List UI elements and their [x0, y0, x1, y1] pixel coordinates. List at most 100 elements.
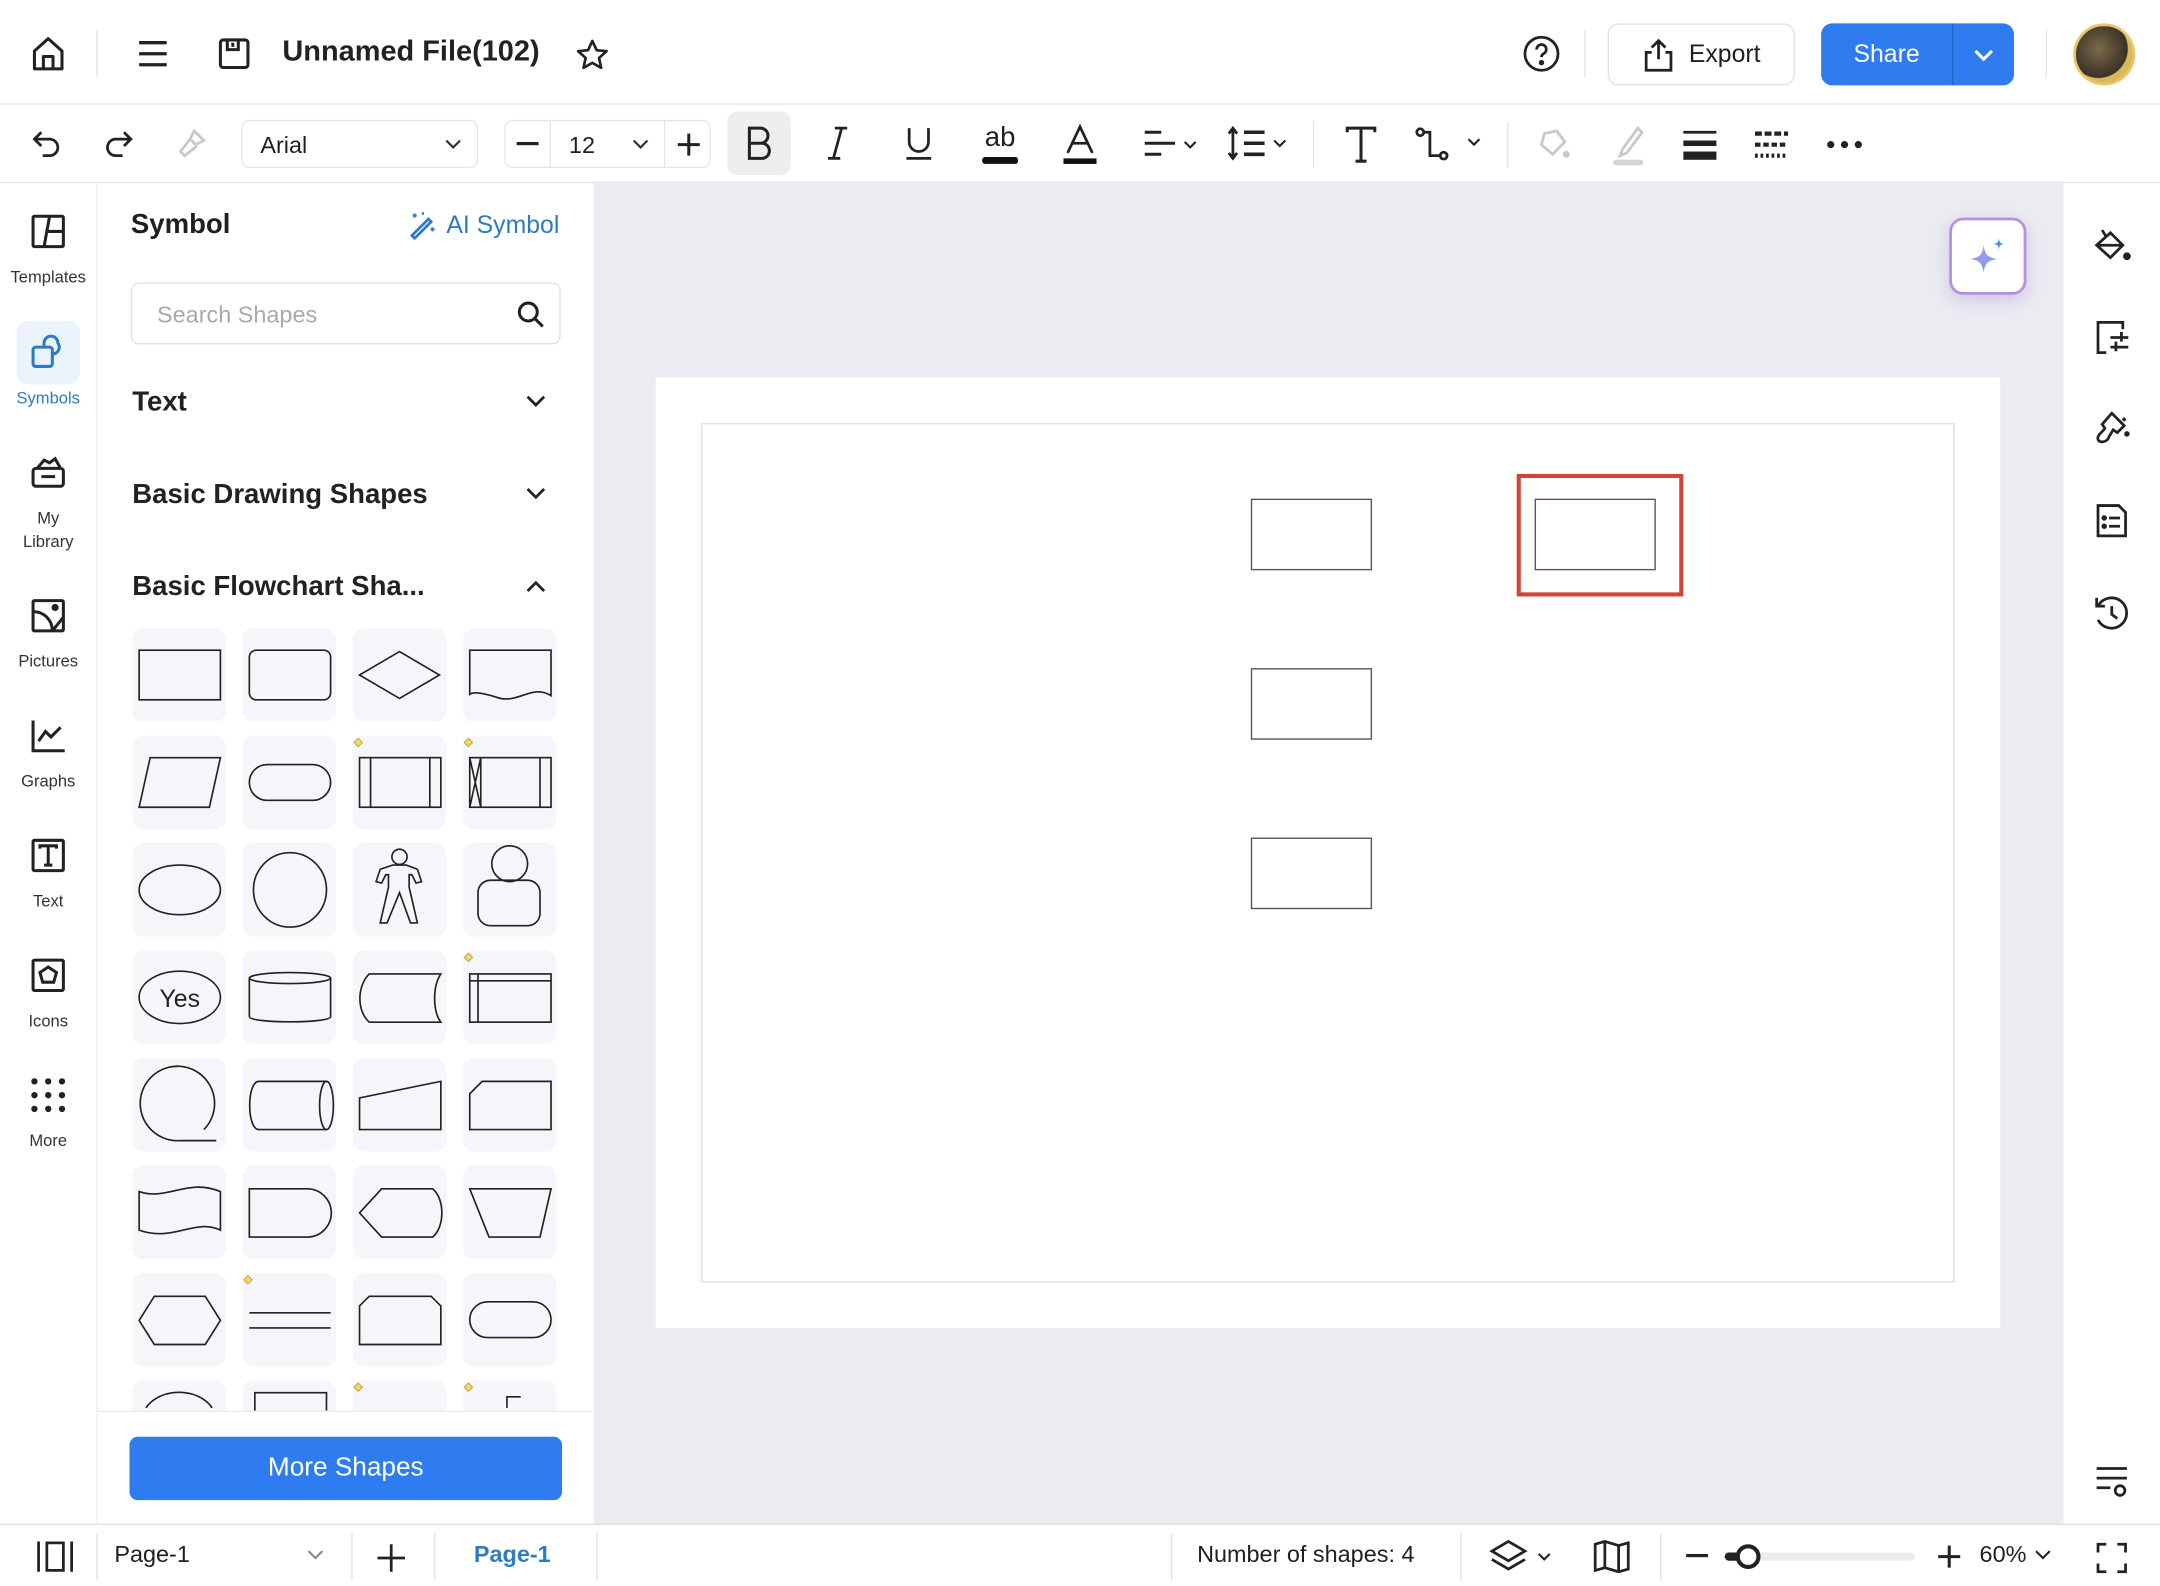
canvas-rectangle-2[interactable] — [1251, 668, 1372, 740]
search-shapes-input[interactable]: Search Shapes — [131, 282, 561, 344]
rail-item-my-library[interactable]: My Library — [0, 441, 96, 554]
shape-process[interactable] — [132, 628, 226, 722]
shape-internal-storage[interactable] — [463, 951, 557, 1045]
ai-assistant-button[interactable] — [1949, 218, 2026, 295]
shape-database[interactable] — [242, 951, 336, 1045]
shape-stored-data[interactable] — [353, 951, 447, 1045]
more-options-icon[interactable] — [1821, 121, 1868, 168]
zoom-out-icon[interactable] — [1681, 1539, 1714, 1575]
font-color-button[interactable] — [1058, 121, 1102, 168]
shape-delay[interactable] — [242, 1165, 336, 1259]
page-select[interactable]: Page-1 — [114, 1541, 328, 1574]
text-tool-icon[interactable] — [1338, 121, 1385, 168]
shape-ellipse[interactable] — [132, 843, 226, 937]
ai-symbol-button[interactable]: AI Symbol — [408, 209, 560, 239]
rail-item-icons[interactable]: Icons — [0, 944, 96, 1034]
shape-off-page[interactable] — [132, 1380, 226, 1410]
shape-manual-input[interactable] — [353, 1058, 447, 1152]
shape-circle[interactable] — [242, 843, 336, 937]
help-icon[interactable] — [1518, 30, 1565, 77]
settings-list-icon[interactable] — [2088, 1457, 2135, 1504]
save-icon[interactable] — [211, 30, 258, 77]
page-panel-toggle-icon[interactable] — [33, 1536, 77, 1577]
shape-predefined-process-x[interactable] — [463, 736, 557, 830]
shape-terminator-2[interactable] — [463, 1273, 557, 1367]
rail-item-symbols[interactable]: Symbols — [0, 321, 96, 411]
user-avatar[interactable] — [2073, 23, 2135, 85]
fill-style-icon[interactable] — [2088, 222, 2135, 269]
chevron-down-icon[interactable] — [632, 139, 649, 150]
rail-item-pictures[interactable]: Pictures — [0, 584, 96, 674]
shape-data[interactable] — [132, 736, 226, 830]
export-button[interactable]: Export — [1608, 23, 1795, 85]
shape-rounded-rectangle[interactable] — [242, 628, 336, 722]
add-page-icon[interactable] — [372, 1539, 411, 1578]
shape-preparation[interactable] — [132, 1273, 226, 1367]
zoom-in-icon[interactable] — [1933, 1539, 1966, 1575]
fill-color-icon[interactable] — [1530, 121, 1577, 168]
font-family-select[interactable]: Arial — [241, 120, 478, 168]
italic-button[interactable] — [816, 121, 860, 165]
search-icon[interactable] — [517, 300, 545, 328]
share-dropdown-chevron-icon[interactable] — [1953, 23, 2014, 85]
shape-terminator[interactable] — [242, 736, 336, 830]
layers-dropdown[interactable] — [1488, 1536, 1557, 1577]
shape-bracket[interactable] — [463, 1380, 557, 1410]
menu-icon[interactable] — [129, 30, 176, 77]
rail-item-text[interactable]: Text — [0, 824, 96, 914]
font-size-value[interactable]: 12 — [569, 132, 595, 160]
canvas-rectangle-1[interactable] — [1251, 499, 1372, 571]
shape-display[interactable] — [353, 1165, 447, 1259]
line-spacing-dropdown[interactable] — [1225, 121, 1291, 165]
shape-user[interactable] — [463, 843, 557, 937]
theme-brush-icon[interactable] — [2088, 405, 2135, 452]
section-text[interactable]: Text — [132, 387, 559, 419]
map-icon[interactable] — [1591, 1536, 1632, 1577]
align-dropdown[interactable] — [1138, 121, 1201, 165]
redo-icon[interactable] — [96, 121, 140, 165]
line-style-icon[interactable] — [1748, 121, 1795, 168]
shape-punched-tape[interactable] — [132, 1165, 226, 1259]
undo-icon[interactable] — [25, 121, 69, 165]
shape-annotation[interactable] — [353, 1380, 447, 1410]
history-icon[interactable] — [2088, 590, 2135, 637]
shape-predefined-process[interactable] — [353, 736, 447, 830]
zoom-slider[interactable] — [1725, 1552, 1915, 1560]
line-color-icon[interactable] — [1605, 121, 1652, 171]
shape-sequential-storage[interactable] — [132, 1058, 226, 1152]
home-icon[interactable] — [25, 30, 72, 77]
underline-button[interactable] — [897, 121, 941, 165]
shape-yes-ellipse[interactable]: Yes — [132, 951, 226, 1045]
format-painter-icon[interactable] — [169, 121, 213, 165]
shape-card[interactable] — [463, 1058, 557, 1152]
file-title[interactable]: Unnamed File(102) — [282, 36, 539, 69]
fullscreen-icon[interactable] — [2091, 1537, 2132, 1578]
canvas-rectangle-selected[interactable] — [1535, 499, 1656, 571]
zoom-slider-thumb[interactable] — [1735, 1544, 1760, 1569]
shape-decision[interactable] — [353, 628, 447, 722]
bold-button[interactable] — [727, 112, 790, 175]
shape-parallel-mode[interactable] — [242, 1273, 336, 1367]
increase-font-size-button[interactable] — [664, 121, 711, 166]
decrease-font-size-button[interactable] — [506, 121, 551, 166]
more-shapes-button[interactable]: More Shapes — [129, 1437, 562, 1500]
shape-direct-data[interactable] — [242, 1058, 336, 1152]
page-properties-icon[interactable] — [2088, 497, 2135, 544]
connector-dropdown[interactable] — [1411, 121, 1488, 168]
zoom-level-dropdown[interactable]: 60% — [1980, 1541, 2052, 1569]
canvas-rectangle-3[interactable] — [1251, 838, 1372, 910]
share-button[interactable]: Share — [1821, 23, 1952, 85]
rail-item-more[interactable]: More — [0, 1063, 96, 1153]
shape-actor[interactable] — [353, 843, 447, 937]
rail-item-graphs[interactable]: Graphs — [0, 704, 96, 794]
shape-rectangle-3[interactable] — [242, 1380, 336, 1410]
line-weight-icon[interactable] — [1676, 121, 1723, 168]
text-highlight-button[interactable]: ab — [979, 121, 1020, 168]
star-icon[interactable] — [570, 33, 614, 77]
section-basic-flowchart-shapes[interactable]: Basic Flowchart Sha... — [132, 572, 559, 604]
section-basic-drawing-shapes[interactable]: Basic Drawing Shapes — [132, 479, 559, 511]
drawing-canvas[interactable] — [595, 183, 2062, 1523]
shape-manual-operation[interactable] — [463, 1165, 557, 1259]
shape-loop-limit[interactable] — [353, 1273, 447, 1367]
page-tab-active[interactable]: Page-1 — [474, 1541, 551, 1569]
